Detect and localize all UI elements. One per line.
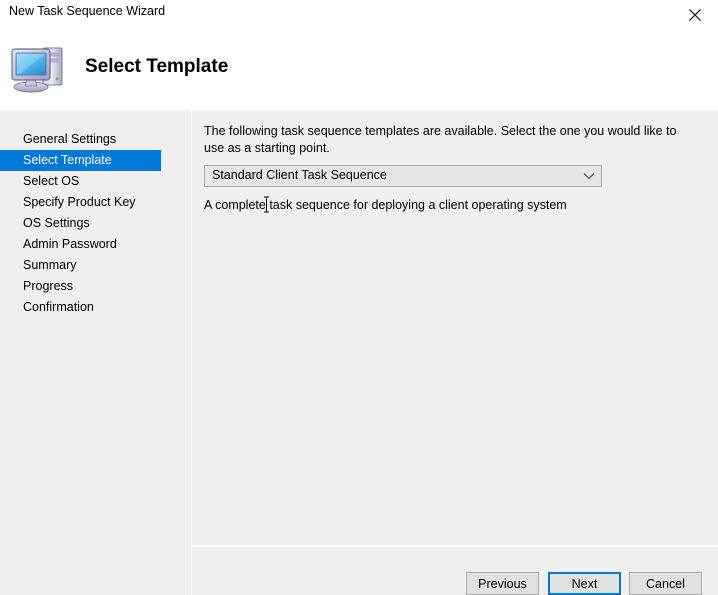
next-button[interactable]: Next — [548, 572, 621, 595]
sidebar-item-os-settings[interactable]: OS Settings — [0, 213, 190, 234]
sidebar-item-select-os[interactable]: Select OS — [0, 171, 190, 192]
window-title: New Task Sequence Wizard — [9, 4, 166, 18]
template-select[interactable]: Standard Client Task Sequence — [204, 165, 602, 187]
sidebar-item-admin-password[interactable]: Admin Password — [0, 234, 190, 255]
sidebar-item-confirmation[interactable]: Confirmation — [0, 297, 190, 318]
wizard-content-panel: The following task sequence templates ar… — [192, 110, 718, 545]
sidebar-item-select-template[interactable]: Select Template — [0, 150, 161, 171]
sidebar-item-general-settings[interactable]: General Settings — [0, 129, 190, 150]
wizard-header: Select Template — [0, 30, 718, 110]
wizard-button-bar: Previous Next Cancel — [192, 547, 718, 595]
sidebar-item-progress[interactable]: Progress — [0, 276, 190, 297]
sidebar-item-summary[interactable]: Summary — [0, 255, 190, 276]
previous-button[interactable]: Previous — [466, 572, 539, 595]
instruction-text: The following task sequence templates ar… — [204, 124, 677, 155]
sidebar-item-specify-product-key[interactable]: Specify Product Key — [0, 192, 190, 213]
template-select-value: Standard Client Task Sequence — [212, 168, 387, 182]
close-button[interactable] — [672, 0, 718, 29]
nav-list: General Settings Select Template Select … — [0, 129, 190, 318]
cancel-button[interactable]: Cancel — [629, 572, 702, 595]
computer-monitor-icon — [10, 39, 72, 97]
wizard-body: General Settings Select Template Select … — [0, 110, 718, 595]
chevron-down-icon — [577, 166, 601, 186]
window-titlebar: New Task Sequence Wizard — [0, 0, 718, 30]
template-description: A complete task sequence for deploying a… — [204, 198, 567, 212]
page-title: Select Template — [85, 56, 229, 77]
wizard-step-navigation: General Settings Select Template Select … — [0, 110, 190, 595]
close-icon — [689, 8, 701, 21]
